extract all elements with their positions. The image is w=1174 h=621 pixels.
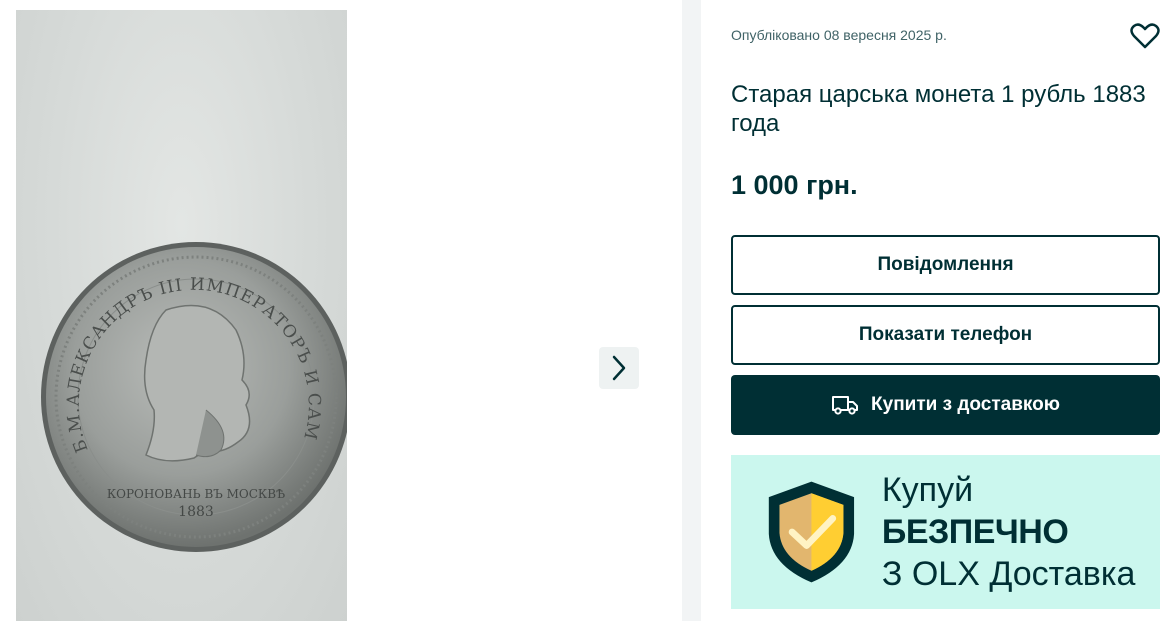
shield-check-icon (768, 481, 855, 583)
listing-price: 1 000 грн. (731, 170, 858, 200)
panel-divider (682, 0, 701, 621)
show-phone-button[interactable]: Показати телефон (731, 305, 1160, 365)
banner-line-1-bold: БЕЗПЕЧНО (881, 513, 1069, 551)
published-date: Опубліковано 08 вересня 2025 р. (731, 27, 947, 43)
banner-line-2: З OLX Доставка (881, 555, 1136, 593)
show-phone-button-label: Показати телефон (858, 324, 1033, 345)
truck-icon (831, 394, 859, 416)
favorite-button[interactable] (1129, 20, 1161, 52)
banner-line-1: Купуй БЕЗПЕЧНО (882, 469, 1160, 553)
message-button-label: Повідомлення (877, 254, 1014, 275)
chevron-right-icon (612, 355, 626, 381)
listing-panel: Опубліковано 08 вересня 2025 р. Старая ц… (701, 0, 1174, 621)
next-image-button[interactable] (599, 347, 639, 389)
coin-photo[interactable]: Б.М.АЛЕКСАНДРЪ III ИМПЕРАТОРЪ И САМОДЕРЖ… (16, 10, 347, 621)
coin-bottom-legend: КОРОНОВАНЬ ВЪ МОСКВѢ (107, 487, 285, 501)
heart-icon (1130, 23, 1160, 49)
safe-delivery-banner[interactable]: Купуй БЕЗПЕЧНО З OLX Доставка (731, 455, 1160, 609)
listing-title: Старая царська монета 1 рубль 1883 года (731, 81, 1146, 137)
image-gallery: Б.М.АЛЕКСАНДРЪ III ИМПЕРАТОРЪ И САМОДЕРЖ… (0, 0, 682, 621)
message-button[interactable]: Повідомлення (731, 235, 1160, 295)
banner-text: Купуй БЕЗПЕЧНО З OLX Доставка (882, 469, 1160, 595)
banner-line-1-normal: Купуй (881, 471, 974, 509)
buy-button-label: Купити з доставкою (871, 394, 1060, 415)
coin-year: 1883 (178, 504, 214, 520)
buy-with-delivery-button[interactable]: Купити з доставкою (731, 375, 1160, 435)
coin-image: Б.М.АЛЕКСАНДРЪ III ИМПЕРАТОРЪ И САМОДЕРЖ… (16, 10, 347, 552)
